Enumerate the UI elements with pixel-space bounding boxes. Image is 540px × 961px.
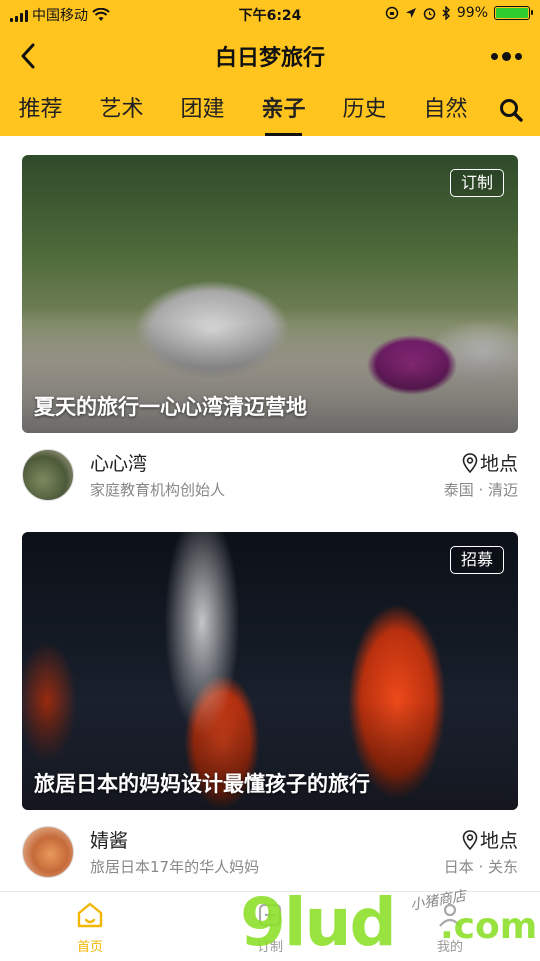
trip-cover-image[interactable]: 招募 旅居日本的妈妈设计最懂孩子的旅行 bbox=[22, 532, 518, 810]
author-avatar[interactable] bbox=[22, 826, 74, 878]
tab-art[interactable]: 艺术 bbox=[81, 84, 162, 136]
location-pin-icon bbox=[462, 452, 478, 473]
app-header: 白日梦旅行 bbox=[0, 28, 540, 84]
location-label: 地点 bbox=[462, 449, 518, 476]
tab-nature[interactable]: 自然 bbox=[405, 84, 486, 136]
battery-percent: 99% bbox=[456, 5, 488, 21]
battery-icon bbox=[494, 6, 533, 20]
trip-type-badge: 订制 bbox=[449, 169, 504, 197]
tab-parent-child[interactable]: 亲子 bbox=[243, 84, 324, 136]
location-label-text: 地点 bbox=[479, 453, 518, 475]
search-icon bbox=[500, 99, 523, 122]
bottom-nav: 首页 订制 我的 bbox=[0, 891, 540, 960]
page-title: 白日梦旅行 bbox=[214, 46, 325, 71]
status-bar: 中国移动 下午6:24 99% bbox=[0, 0, 540, 28]
trip-type-badge: 招募 bbox=[449, 546, 504, 574]
location-value: 日本 · 关东 bbox=[443, 858, 518, 876]
nav-profile-label: 我的 bbox=[436, 940, 463, 955]
author-name: 心心湾 bbox=[90, 453, 148, 475]
customize-icon bbox=[258, 903, 282, 927]
author-name: 婧酱 bbox=[90, 830, 129, 852]
trip-meta: 婧酱 旅居日本17年的华人妈妈 地点 日本 · 关东 bbox=[22, 810, 518, 902]
category-tabs: 推荐 艺术 团建 亲子 历史 自然 bbox=[0, 84, 540, 136]
search-button[interactable] bbox=[498, 97, 524, 123]
nav-customize[interactable]: 订制 bbox=[180, 892, 360, 960]
author-bio: 旅居日本17年的华人妈妈 bbox=[90, 858, 260, 876]
location-label: 地点 bbox=[462, 826, 518, 853]
author-avatar[interactable] bbox=[22, 449, 74, 501]
nav-home[interactable]: 首页 bbox=[0, 892, 180, 960]
trip-cover-image[interactable]: 订制 夏天的旅行一心心湾清迈营地 bbox=[22, 155, 518, 433]
alarm-icon bbox=[423, 7, 436, 20]
trip-card[interactable]: 订制 夏天的旅行一心心湾清迈营地 心心湾 家庭教育机构创始人 地点 泰国 · 清… bbox=[22, 155, 518, 525]
trip-title: 夏天的旅行一心心湾清迈营地 bbox=[34, 395, 307, 419]
battery-fill bbox=[496, 8, 528, 18]
location-label-text: 地点 bbox=[479, 830, 518, 852]
more-button[interactable] bbox=[486, 44, 526, 68]
nav-customize-label: 订制 bbox=[256, 940, 283, 955]
nav-profile[interactable]: 我的 bbox=[360, 892, 540, 960]
tab-recommend[interactable]: 推荐 bbox=[0, 84, 81, 136]
screen-lock-icon bbox=[385, 6, 399, 20]
profile-icon bbox=[439, 903, 461, 927]
more-dots-icon bbox=[490, 52, 498, 60]
location-arrow-icon bbox=[405, 8, 416, 18]
location-pin-icon bbox=[462, 829, 478, 850]
trip-title: 旅居日本的妈妈设计最懂孩子的旅行 bbox=[34, 772, 370, 796]
nav-home-label: 首页 bbox=[76, 940, 103, 955]
tab-history[interactable]: 历史 bbox=[324, 84, 405, 136]
home-icon bbox=[77, 902, 103, 928]
location-value: 泰国 · 清迈 bbox=[443, 481, 518, 499]
author-bio: 家庭教育机构创始人 bbox=[90, 481, 226, 499]
trip-meta: 心心湾 家庭教育机构创始人 地点 泰国 · 清迈 bbox=[22, 433, 518, 525]
status-right: 99% bbox=[385, 5, 533, 21]
tab-team-building[interactable]: 团建 bbox=[162, 84, 243, 136]
bluetooth-icon bbox=[442, 6, 450, 20]
trip-card[interactable]: 招募 旅居日本的妈妈设计最懂孩子的旅行 婧酱 旅居日本17年的华人妈妈 地点 日… bbox=[22, 532, 518, 902]
